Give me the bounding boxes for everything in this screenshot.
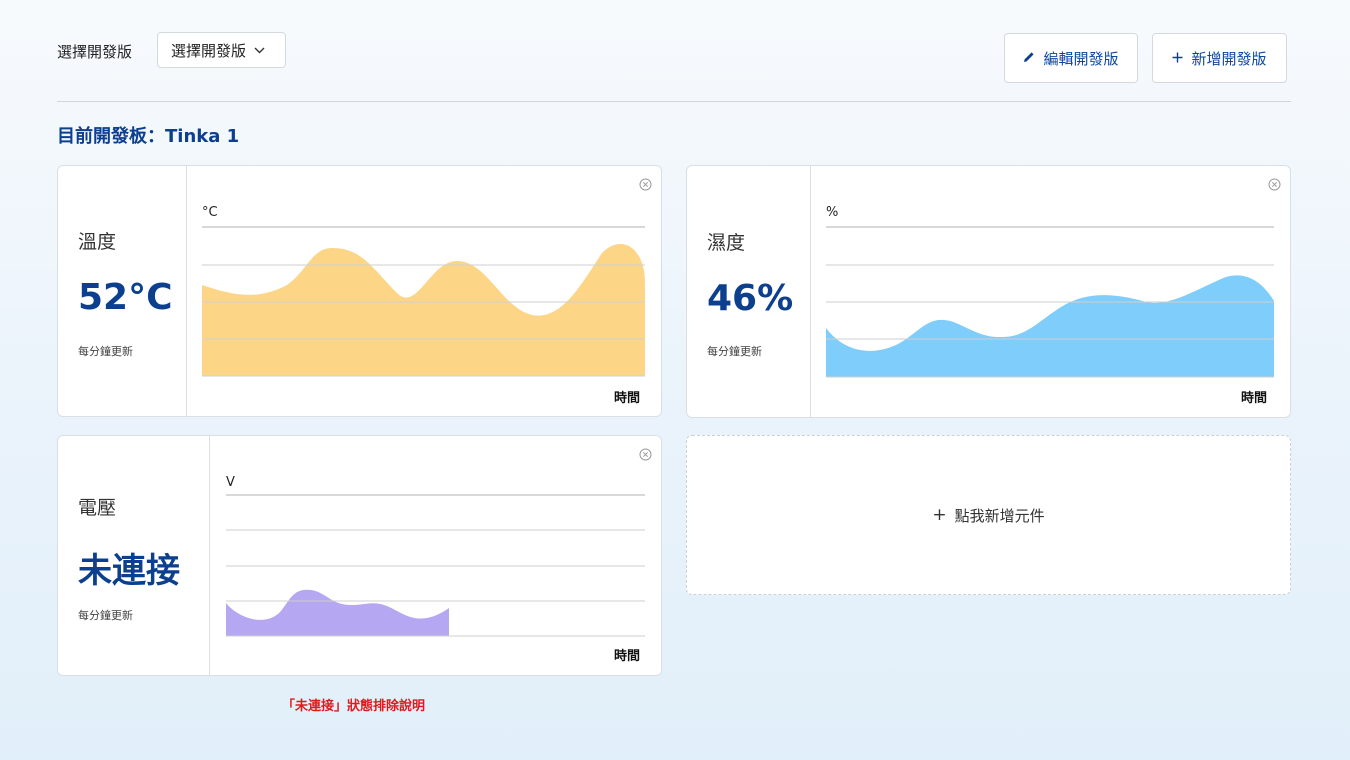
temperature-area [202, 244, 645, 376]
voltage-area [226, 589, 449, 636]
widget-value: 46% [707, 278, 794, 319]
chart-x-axis-label: 時間 [1241, 391, 1268, 406]
current-board-name: Tinka 1 [165, 126, 240, 147]
chart-x-axis-label: 時間 [614, 391, 641, 406]
close-icon[interactable] [1268, 178, 1281, 191]
add-board-label: 新增開發版 [1191, 49, 1267, 68]
widget-update-frequency: 每分鐘更新 [707, 345, 762, 358]
plus-icon [1172, 49, 1183, 67]
edit-board-label: 編輯開發版 [1043, 49, 1119, 68]
widget-humidity: 濕度 46% 每分鐘更新 % 時間 [686, 165, 1291, 418]
temperature-chart [202, 226, 645, 377]
board-select-label: 選擇開發版 [57, 43, 133, 61]
chart-unit-label: °C [202, 205, 218, 220]
chart-unit-label: % [826, 205, 839, 220]
voltage-chart [226, 494, 645, 637]
widget-temperature: 溫度 52°C 每分鐘更新 °C 時間 [57, 165, 662, 417]
current-board-title: 目前開發板：Tinka 1 [57, 122, 239, 148]
troubleshoot-link[interactable]: 「未連接」狀態排除說明 [282, 695, 425, 714]
humidity-chart [826, 226, 1274, 378]
widget-update-frequency: 每分鐘更新 [78, 345, 133, 358]
header-divider [57, 101, 1291, 102]
current-board-prefix: 目前開發板： [57, 126, 165, 147]
widget-voltage: 電壓 未連接 每分鐘更新 V 時間 [57, 435, 662, 676]
board-select-value: 選擇開發版 [171, 41, 247, 60]
widget-value: 未連接 [78, 551, 180, 591]
close-icon[interactable] [639, 448, 652, 461]
board-select[interactable]: 選擇開發版 [157, 32, 286, 68]
plus-icon: + [932, 505, 947, 525]
add-widget-label: 點我新增元件 [954, 506, 1045, 525]
add-board-button[interactable]: 新增開發版 [1152, 33, 1287, 83]
edit-board-button[interactable]: 編輯開發版 [1004, 33, 1138, 83]
pencil-icon [1023, 49, 1035, 67]
widget-value: 52°C [78, 277, 173, 318]
chart-unit-label: V [226, 475, 235, 490]
humidity-area [826, 275, 1274, 377]
widget-name: 濕度 [707, 232, 746, 254]
close-icon[interactable] [639, 178, 652, 191]
add-widget-card[interactable]: + 點我新增元件 [686, 435, 1291, 595]
widget-name: 電壓 [78, 497, 117, 519]
chart-x-axis-label: 時間 [614, 649, 641, 664]
widget-update-frequency: 每分鐘更新 [78, 609, 133, 622]
chevron-down-icon [254, 47, 265, 54]
widget-name: 溫度 [78, 231, 117, 253]
